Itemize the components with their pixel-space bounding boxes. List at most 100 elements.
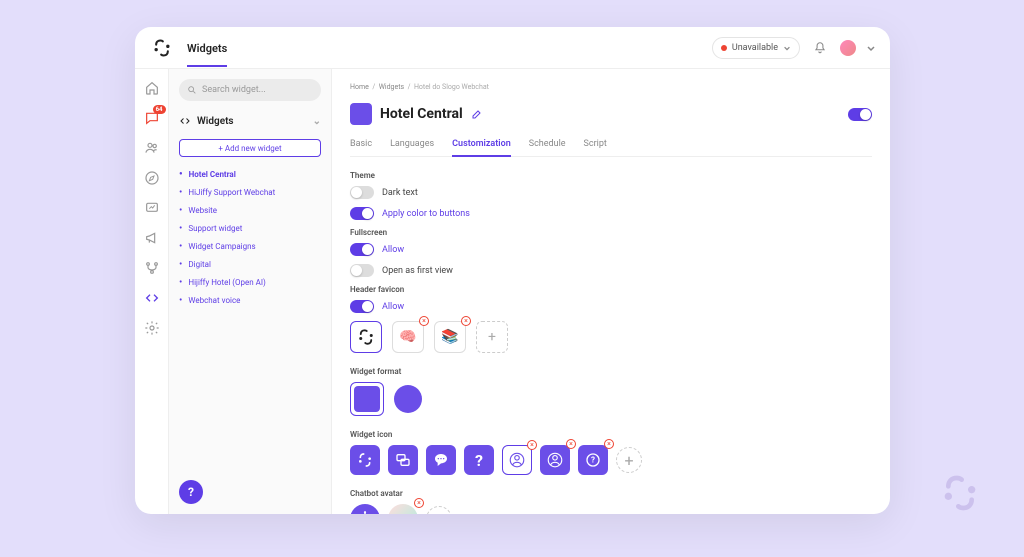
tab-basic[interactable]: Basic [350, 139, 372, 156]
favicon-options: 🧠 × 📚 × + [350, 321, 872, 353]
user-avatar[interactable] [840, 40, 856, 56]
add-widget-icon-button[interactable]: + [616, 447, 642, 473]
widget-icon-4[interactable]: ? [464, 445, 494, 475]
remove-widget-icon-button[interactable]: × [604, 439, 614, 449]
remove-favicon-button[interactable]: × [419, 316, 429, 326]
bell-icon [813, 41, 827, 55]
widget-icon-options: ? × × ? × + [350, 445, 872, 475]
widget-icon-6[interactable]: × [540, 445, 570, 475]
fullscreen-allow-toggle[interactable] [350, 243, 374, 256]
widget-icon-label: Widget icon [350, 430, 872, 439]
background-brand-logo [940, 473, 980, 513]
compass-icon [144, 170, 160, 186]
search-icon [187, 85, 197, 95]
agent-icon [508, 451, 526, 469]
breadcrumb-home[interactable]: Home [350, 83, 369, 91]
breadcrumb-widgets[interactable]: Widgets [379, 83, 404, 91]
question-circle-icon: ? [585, 452, 601, 468]
breadcrumb-current: Hotel do Slogo Webchat [414, 83, 489, 91]
tabs: Basic Languages Customization Schedule S… [350, 139, 872, 157]
nav-settings[interactable] [143, 319, 161, 337]
widget-item[interactable]: Digital [179, 259, 321, 270]
theme-label: Theme [350, 171, 872, 180]
favicon-option-3[interactable]: 📚 × [434, 321, 466, 353]
status-label: Unavailable [732, 43, 778, 53]
nav-explore[interactable] [143, 169, 161, 187]
open-first-view-toggle[interactable] [350, 264, 374, 277]
inbox-badge: 64 [153, 105, 166, 114]
availability-status[interactable]: Unavailable [712, 37, 800, 59]
nav-contacts[interactable] [143, 139, 161, 157]
hijiffy-icon [357, 452, 373, 468]
widget-icon-5[interactable]: × [502, 445, 532, 475]
speech-bubble-icon [433, 452, 449, 468]
widgets-section-header[interactable]: Widgets ⌄ [179, 115, 321, 127]
format-circle[interactable] [394, 382, 422, 416]
remove-widget-icon-button[interactable]: × [527, 440, 537, 450]
home-icon [144, 80, 160, 96]
widget-item[interactable]: Hotel Central [179, 169, 321, 180]
widget-item[interactable]: Widget Campaigns [179, 241, 321, 252]
widget-item[interactable]: Hijiffy Hotel (Open AI) [179, 277, 321, 288]
chevron-down-icon: ⌄ [313, 116, 321, 127]
favicon-option-1[interactable] [350, 321, 382, 353]
nav-automation[interactable] [143, 259, 161, 277]
widget-icon-2[interactable] [388, 445, 418, 475]
tab-script[interactable]: Script [584, 139, 607, 156]
hijiffy-icon [357, 328, 375, 346]
tab-customization[interactable]: Customization [452, 139, 511, 157]
open-first-view-label: Open as first view [382, 266, 453, 276]
widget-item[interactable]: Website [179, 205, 321, 216]
widget-icon-1[interactable] [350, 445, 380, 475]
favicon-allow-label: Allow [382, 302, 404, 312]
add-favicon-button[interactable]: + [476, 321, 508, 353]
remove-avatar-button[interactable]: × [414, 498, 424, 508]
nav-home[interactable] [143, 79, 161, 97]
favicon-option-2[interactable]: 🧠 × [392, 321, 424, 353]
avatar-option-1[interactable] [350, 504, 380, 514]
tab-languages[interactable]: Languages [390, 139, 434, 156]
chevron-down-icon[interactable] [866, 43, 876, 53]
widget-icon-7[interactable]: ? × [578, 445, 608, 475]
search-placeholder: Search widget... [202, 85, 266, 95]
add-avatar-button[interactable]: + [426, 506, 452, 514]
remove-favicon-button[interactable]: × [461, 316, 471, 326]
megaphone-icon [144, 230, 160, 246]
widget-item[interactable]: Webchat voice [179, 295, 321, 306]
nav-widgets[interactable] [143, 289, 161, 307]
tab-schedule[interactable]: Schedule [529, 139, 566, 156]
add-new-widget-button[interactable]: + Add new widget [179, 139, 321, 157]
nav-campaigns[interactable] [143, 229, 161, 247]
avatar-option-2[interactable]: × [388, 504, 418, 514]
help-button[interactable]: ? [179, 480, 203, 504]
page-title: Hotel Central [380, 106, 463, 122]
remove-widget-icon-button[interactable]: × [566, 439, 576, 449]
code-icon [144, 290, 160, 306]
branch-icon [144, 260, 160, 276]
widget-item[interactable]: Support widget [179, 223, 321, 234]
dark-text-toggle[interactable] [350, 186, 374, 199]
notifications-button[interactable] [810, 38, 830, 58]
widget-enabled-toggle[interactable] [848, 108, 872, 121]
main-content: Home / Widgets / Hotel do Slogo Webchat … [332, 69, 890, 514]
chat-bubbles-icon [395, 452, 411, 468]
page-tab-title[interactable]: Widgets [187, 28, 227, 67]
format-square[interactable] [350, 382, 384, 416]
apply-color-label: Apply color to buttons [382, 209, 470, 219]
gear-icon [144, 320, 160, 336]
dark-text-label: Dark text [382, 188, 418, 198]
search-input[interactable]: Search widget... [179, 79, 321, 101]
widget-item[interactable]: HiJiffy Support Webchat [179, 187, 321, 198]
agent-icon [546, 451, 564, 469]
edit-icon[interactable] [471, 108, 483, 120]
nav-inbox[interactable]: 64 [143, 109, 161, 127]
widget-color-swatch [350, 103, 372, 125]
apply-color-toggle[interactable] [350, 207, 374, 220]
secondary-panel: Search widget... Widgets ⌄ + Add new wid… [169, 69, 332, 514]
app-window: Widgets Unavailable 64 [135, 27, 890, 514]
chatbot-avatar-options: × + [350, 504, 872, 514]
nav-analytics[interactable] [143, 199, 161, 217]
brain-icon: 🧠 [399, 329, 416, 345]
favicon-allow-toggle[interactable] [350, 300, 374, 313]
widget-icon-3[interactable] [426, 445, 456, 475]
